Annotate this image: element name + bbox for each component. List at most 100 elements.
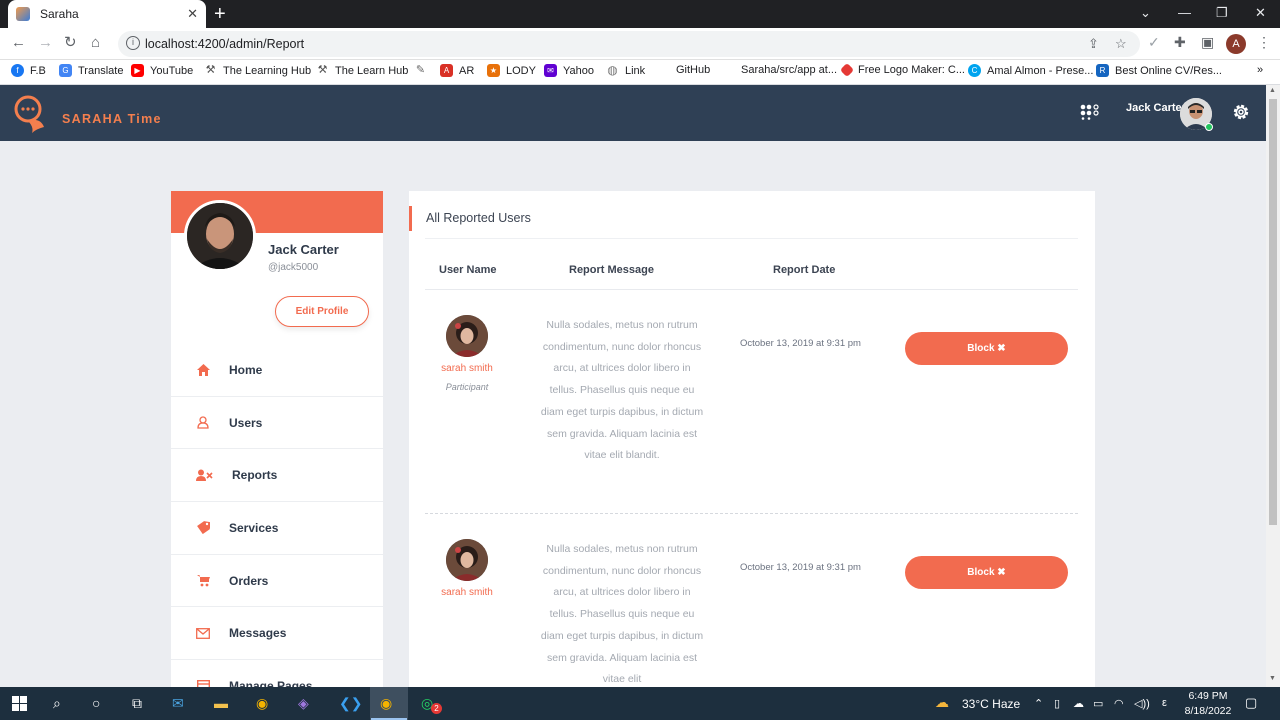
new-tab-button[interactable]: +: [214, 3, 226, 25]
address-bar[interactable]: i localhost:4200/admin/Report ⇪ ☆: [118, 31, 1140, 57]
chat-bird-logo-icon: [14, 95, 44, 133]
bookmark-learning-hub[interactable]: ⚒ The Learning Hub: [204, 64, 312, 77]
sidebar-item-home[interactable]: Home: [171, 344, 383, 397]
vscode-icon[interactable]: ❮❯: [339, 695, 362, 712]
header-divider: [425, 289, 1078, 290]
reported-user-name[interactable]: sarah smith: [409, 363, 525, 374]
browser-profile-avatar[interactable]: A: [1226, 34, 1246, 54]
tab-search-icon[interactable]: ⌄: [1140, 5, 1151, 21]
bookmark-fb[interactable]: f F.B: [11, 64, 46, 77]
app-header: SARAHA Time Jack Carter: [0, 85, 1266, 141]
side-panel-icon[interactable]: ▣: [1201, 34, 1214, 51]
sidebar-item-services[interactable]: Services: [171, 502, 383, 555]
restore-button[interactable]: ❐: [1216, 5, 1228, 21]
resume-icon: R: [1096, 64, 1109, 77]
forward-icon[interactable]: →: [38, 34, 53, 52]
bookmark-learn-hub[interactable]: ⚒ The Learn Hub: [316, 64, 409, 77]
edit-profile-button[interactable]: Edit Profile: [275, 296, 369, 327]
app-logo[interactable]: SARAHA Time: [14, 93, 160, 135]
extensions-puzzle-icon[interactable]: ✚: [1174, 34, 1186, 51]
sidebar-item-label: Users: [229, 415, 263, 430]
apps-grid-icon[interactable]: [1080, 104, 1102, 120]
sidebar-item-label: Services: [229, 520, 279, 535]
user-times-icon: [195, 468, 213, 482]
chrome-active-icon[interactable]: ◉: [380, 695, 392, 712]
sidebar-item-users[interactable]: Users: [171, 397, 383, 450]
facebook-icon: f: [11, 64, 24, 77]
report-date: October 13, 2019 at 9:31 pm: [740, 562, 861, 573]
clock[interactable]: 6:49 PM 8/18/2022: [1180, 689, 1236, 719]
bookmarks-bar: f F.B G Translate ▶ YouTube ⚒ The Learning H…: [0, 60, 1280, 85]
tab-title: Saraha: [40, 7, 79, 21]
column-header-user: User Name: [439, 264, 497, 276]
scrollbar-thumb[interactable]: [1269, 99, 1277, 525]
home-browser-icon[interactable]: ⌂: [91, 34, 100, 52]
tray-device-icon[interactable]: ▯: [1054, 697, 1060, 710]
file-explorer-icon[interactable]: ▬: [214, 695, 228, 711]
notification-center-icon[interactable]: ▢: [1245, 695, 1257, 711]
page-scrollbar[interactable]: ▲ ▼: [1266, 85, 1280, 687]
globe-icon: ◍: [607, 63, 618, 77]
weather-icon[interactable]: ☁: [935, 694, 949, 711]
visual-studio-icon[interactable]: ◈: [298, 695, 309, 712]
bookmark-github[interactable]: GitHub: [676, 64, 710, 76]
scroll-up-icon[interactable]: ▲: [1269, 87, 1276, 94]
close-window-button[interactable]: ✕: [1255, 5, 1266, 21]
bookmark-ar[interactable]: A AR: [440, 64, 474, 77]
profile-avatar[interactable]: [184, 200, 256, 272]
input-language[interactable]: ε: [1162, 697, 1167, 709]
share-icon[interactable]: ⇪: [1088, 36, 1099, 52]
search-icon[interactable]: ⌕: [53, 695, 61, 712]
tab-close-icon[interactable]: ✕: [187, 6, 198, 22]
reload-icon[interactable]: ↻: [64, 34, 77, 52]
minimize-button[interactable]: —: [1178, 5, 1191, 20]
bookmark-pen[interactable]: ✎: [414, 64, 433, 77]
back-icon[interactable]: ←: [11, 34, 26, 52]
sidebar-menu: Home Users Reports Services Orders Messa…: [171, 344, 383, 687]
battery-icon[interactable]: ▭: [1093, 697, 1103, 710]
clock-time: 6:49 PM: [1188, 690, 1228, 702]
volume-icon[interactable]: ◁)): [1134, 697, 1150, 710]
site-info-icon[interactable]: i: [126, 36, 140, 50]
reported-user-avatar[interactable]: [446, 315, 488, 357]
extension-check-icon[interactable]: ✓: [1148, 34, 1160, 51]
bookmark-yahoo[interactable]: ✉ Yahoo: [544, 64, 594, 77]
reported-user-role: Participant: [445, 382, 489, 392]
cortana-icon[interactable]: ○: [92, 695, 100, 711]
header-user-name[interactable]: Jack Carter: [1126, 102, 1186, 114]
chrome-icon[interactable]: ◉: [256, 695, 268, 712]
settings-gear-icon[interactable]: [1231, 102, 1251, 122]
block-button[interactable]: Block ✖: [905, 332, 1068, 365]
bookmark-logo-maker[interactable]: Free Logo Maker: C...: [839, 62, 965, 78]
browser-tab[interactable]: Saraha ✕: [8, 0, 206, 28]
bookmark-saraha-src[interactable]: Saraha/src/app at...: [741, 64, 837, 76]
browser-menu-icon[interactable]: ⋮: [1257, 34, 1271, 51]
bookmark-cv[interactable]: R Best Online CV/Res...: [1096, 64, 1222, 77]
scroll-down-icon[interactable]: ▼: [1269, 675, 1276, 682]
bookmarks-overflow[interactable]: »: [1257, 64, 1263, 76]
wifi-icon[interactable]: ◠: [1114, 697, 1124, 710]
reported-user-avatar[interactable]: [446, 539, 488, 581]
sidebar-item-orders[interactable]: Orders: [171, 555, 383, 608]
task-view-icon[interactable]: ⧉: [132, 695, 142, 712]
bookmark-star-icon[interactable]: ☆: [1115, 36, 1127, 52]
sidebar-item-messages[interactable]: Messages: [171, 607, 383, 661]
onedrive-icon[interactable]: ☁: [1073, 697, 1084, 710]
sidebar-item-label: Orders: [229, 573, 269, 588]
tab-favicon-icon: [16, 7, 30, 21]
bookmark-link[interactable]: ◍ Link: [606, 64, 645, 77]
windows-start-icon[interactable]: [12, 696, 27, 711]
panel-accent-bar: [409, 206, 412, 231]
sidebar-item-manage-pages[interactable]: Manage Pages: [171, 660, 383, 687]
sidebar-item-reports[interactable]: Reports: [171, 449, 383, 503]
mail-icon[interactable]: ✉: [172, 695, 184, 712]
block-button[interactable]: Block ✖: [905, 556, 1068, 589]
bookmark-lody[interactable]: ★ LODY: [487, 64, 536, 77]
reported-user-name[interactable]: sarah smith: [409, 587, 525, 598]
bookmark-amal-almon[interactable]: C Amal Almon - Prese...: [968, 64, 1093, 77]
weather-text[interactable]: 33°C Haze: [962, 697, 1020, 711]
bookmark-youtube[interactable]: ▶ YouTube: [131, 64, 193, 77]
bookmark-translate[interactable]: G Translate: [59, 64, 123, 77]
panel-title: All Reported Users: [426, 211, 531, 225]
tray-chevron-icon[interactable]: ⌃: [1034, 697, 1043, 710]
